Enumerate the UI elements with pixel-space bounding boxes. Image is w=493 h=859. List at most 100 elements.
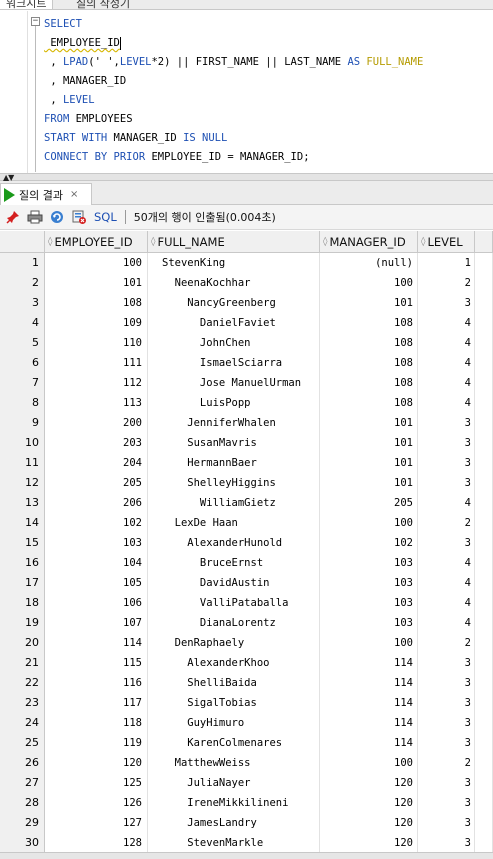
cell-employee-id[interactable]: 105 bbox=[45, 573, 148, 593]
cell-manager-id[interactable]: 103 bbox=[320, 593, 418, 613]
cell-employee-id[interactable]: 106 bbox=[45, 593, 148, 613]
table-row[interactable]: 17 105 DavidAustin 103 4 bbox=[0, 573, 493, 593]
cell-manager-id[interactable]: 101 bbox=[320, 473, 418, 493]
cell-manager-id[interactable]: 108 bbox=[320, 353, 418, 373]
cell-level[interactable]: 2 bbox=[418, 273, 475, 293]
cell-manager-id[interactable]: 114 bbox=[320, 733, 418, 753]
cell-manager-id[interactable]: 114 bbox=[320, 713, 418, 733]
cell-manager-id[interactable]: 100 bbox=[320, 273, 418, 293]
table-row[interactable]: 9 200 JenniferWhalen 101 3 bbox=[0, 413, 493, 433]
cell-full-name[interactable]: NancyGreenberg bbox=[148, 293, 320, 313]
cell-full-name[interactable]: AlexanderKhoo bbox=[148, 653, 320, 673]
cell-level[interactable]: 4 bbox=[418, 553, 475, 573]
cell-level[interactable]: 3 bbox=[418, 773, 475, 793]
cell-manager-id[interactable]: 101 bbox=[320, 453, 418, 473]
column-header-level[interactable]: ◊ LEVEL bbox=[418, 231, 475, 253]
cell-full-name[interactable]: AlexanderHunold bbox=[148, 533, 320, 553]
table-row[interactable]: 20 114 DenRaphaely 100 2 bbox=[0, 633, 493, 653]
cell-level[interactable]: 4 bbox=[418, 373, 475, 393]
cell-level[interactable]: 3 bbox=[418, 473, 475, 493]
cell-employee-id[interactable]: 120 bbox=[45, 753, 148, 773]
cell-employee-id[interactable]: 108 bbox=[45, 293, 148, 313]
cell-level[interactable]: 4 bbox=[418, 333, 475, 353]
cell-level[interactable]: 3 bbox=[418, 733, 475, 753]
cell-employee-id[interactable]: 200 bbox=[45, 413, 148, 433]
table-row[interactable]: 6 111 IsmaelSciarra 108 4 bbox=[0, 353, 493, 373]
cell-full-name[interactable]: DavidAustin bbox=[148, 573, 320, 593]
print-icon[interactable] bbox=[26, 208, 44, 226]
table-row[interactable]: 26 120 MatthewWeiss 100 2 bbox=[0, 753, 493, 773]
cell-employee-id[interactable]: 118 bbox=[45, 713, 148, 733]
cell-level[interactable]: 3 bbox=[418, 653, 475, 673]
table-row[interactable]: 29 127 JamesLandry 120 3 bbox=[0, 813, 493, 833]
table-row[interactable]: 8 113 LuisPopp 108 4 bbox=[0, 393, 493, 413]
cell-manager-id[interactable]: 101 bbox=[320, 293, 418, 313]
cell-full-name[interactable]: Jose ManuelUrman bbox=[148, 373, 320, 393]
cell-employee-id[interactable]: 116 bbox=[45, 673, 148, 693]
cell-employee-id[interactable]: 114 bbox=[45, 633, 148, 653]
cell-manager-id[interactable]: 120 bbox=[320, 833, 418, 853]
cell-manager-id[interactable]: 103 bbox=[320, 573, 418, 593]
sql-editor[interactable]: − SELECT EMPLOYEE_ID , LPAD(' ',LEVEL*2)… bbox=[0, 11, 493, 173]
cell-full-name[interactable]: BruceErnst bbox=[148, 553, 320, 573]
tab-query-builder[interactable]: 질의 작성기 bbox=[70, 0, 136, 9]
cell-manager-id[interactable]: 102 bbox=[320, 533, 418, 553]
fold-collapse-icon[interactable]: − bbox=[31, 17, 40, 26]
cell-manager-id[interactable]: 108 bbox=[320, 393, 418, 413]
cell-employee-id[interactable]: 100 bbox=[45, 253, 148, 273]
code-line[interactable]: EMPLOYEE_ID bbox=[44, 34, 423, 53]
cell-employee-id[interactable]: 103 bbox=[45, 533, 148, 553]
cell-employee-id[interactable]: 111 bbox=[45, 353, 148, 373]
table-row[interactable]: 30 128 StevenMarkle 120 3 bbox=[0, 833, 493, 853]
cell-level[interactable]: 3 bbox=[418, 413, 475, 433]
code-line[interactable]: FROM EMPLOYEES bbox=[44, 110, 423, 129]
cell-manager-id[interactable]: 108 bbox=[320, 373, 418, 393]
cell-full-name[interactable]: DanielFaviet bbox=[148, 313, 320, 333]
code-line[interactable]: START WITH MANAGER_ID IS NULL bbox=[44, 129, 423, 148]
cell-level[interactable]: 4 bbox=[418, 353, 475, 373]
cell-employee-id[interactable]: 206 bbox=[45, 493, 148, 513]
cell-manager-id[interactable]: 103 bbox=[320, 553, 418, 573]
cell-manager-id[interactable]: 114 bbox=[320, 693, 418, 713]
cell-employee-id[interactable]: 109 bbox=[45, 313, 148, 333]
cell-manager-id[interactable]: 101 bbox=[320, 433, 418, 453]
cell-employee-id[interactable]: 107 bbox=[45, 613, 148, 633]
table-row[interactable]: 1 100 StevenKing (null) 1 bbox=[0, 253, 493, 273]
column-header-full-name[interactable]: ◊ FULL_NAME bbox=[148, 231, 320, 253]
cell-full-name[interactable]: MatthewWeiss bbox=[148, 753, 320, 773]
cell-level[interactable]: 3 bbox=[418, 533, 475, 553]
cell-full-name[interactable]: IsmaelSciarra bbox=[148, 353, 320, 373]
code-line[interactable]: CONNECT BY PRIOR EMPLOYEE_ID = MANAGER_I… bbox=[44, 148, 423, 167]
cell-full-name[interactable]: JenniferWhalen bbox=[148, 413, 320, 433]
cell-manager-id[interactable]: 100 bbox=[320, 513, 418, 533]
code-line[interactable]: SELECT bbox=[44, 15, 423, 34]
code-line[interactable]: , MANAGER_ID bbox=[44, 72, 423, 91]
cell-employee-id[interactable]: 112 bbox=[45, 373, 148, 393]
cell-employee-id[interactable]: 126 bbox=[45, 793, 148, 813]
sql-button[interactable]: SQL bbox=[94, 210, 117, 224]
table-row[interactable]: 24 118 GuyHimuro 114 3 bbox=[0, 713, 493, 733]
cell-full-name[interactable]: LexDe Haan bbox=[148, 513, 320, 533]
cell-manager-id[interactable]: 103 bbox=[320, 613, 418, 633]
cell-employee-id[interactable]: 204 bbox=[45, 453, 148, 473]
cell-full-name[interactable]: WilliamGietz bbox=[148, 493, 320, 513]
table-row[interactable]: 19 107 DianaLorentz 103 4 bbox=[0, 613, 493, 633]
cell-level[interactable]: 3 bbox=[418, 713, 475, 733]
cell-level[interactable]: 3 bbox=[418, 433, 475, 453]
table-row[interactable]: 2 101 NeenaKochhar 100 2 bbox=[0, 273, 493, 293]
table-row[interactable]: 21 115 AlexanderKhoo 114 3 bbox=[0, 653, 493, 673]
cell-level[interactable]: 4 bbox=[418, 593, 475, 613]
cell-full-name[interactable]: KarenColmenares bbox=[148, 733, 320, 753]
cell-full-name[interactable]: SigalTobias bbox=[148, 693, 320, 713]
cell-full-name[interactable]: SusanMavris bbox=[148, 433, 320, 453]
cell-employee-id[interactable]: 101 bbox=[45, 273, 148, 293]
table-row[interactable]: 12 205 ShelleyHiggins 101 3 bbox=[0, 473, 493, 493]
cell-full-name[interactable]: JuliaNayer bbox=[148, 773, 320, 793]
cell-manager-id[interactable]: 205 bbox=[320, 493, 418, 513]
cell-employee-id[interactable]: 205 bbox=[45, 473, 148, 493]
cell-employee-id[interactable]: 119 bbox=[45, 733, 148, 753]
table-row[interactable]: 4 109 DanielFaviet 108 4 bbox=[0, 313, 493, 333]
cell-level[interactable]: 2 bbox=[418, 513, 475, 533]
cell-level[interactable]: 3 bbox=[418, 813, 475, 833]
cell-level[interactable]: 1 bbox=[418, 253, 475, 273]
